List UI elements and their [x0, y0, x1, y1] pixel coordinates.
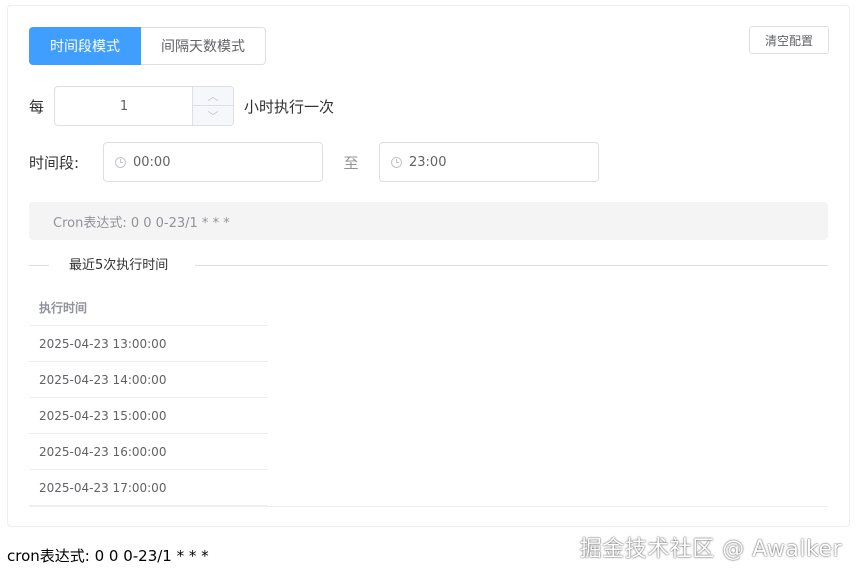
mode-switch: 时间段模式 间隔天数模式	[29, 27, 266, 65]
table-row: 2025-04-23 16:00:00	[29, 434, 268, 470]
every-row: 每 1 ︿ ﹀ 小时执行一次	[29, 86, 334, 126]
stepper-controls: ︿ ﹀	[192, 87, 234, 125]
divider-right	[195, 265, 828, 266]
hour-interval-input[interactable]: 1	[55, 87, 193, 125]
table-row: 2025-04-23 14:00:00	[29, 362, 268, 398]
start-time-value: 00:00	[133, 154, 171, 170]
recent-runs-table: 执行时间 2025-04-23 13:00:00 2025-04-23 14:0…	[29, 290, 828, 506]
end-time-picker[interactable]: 23:00	[379, 142, 599, 182]
watermark: 掘金技术社区 @ Awalker	[579, 537, 842, 562]
cron-expression-box: Cron表达式: 0 0 0-23/1 * * *	[29, 202, 828, 240]
table-header-exec-time: 执行时间	[29, 290, 268, 326]
hour-interval-stepper[interactable]: 1 ︿ ﹀	[54, 86, 235, 126]
cron-expression-text: Cron表达式: 0 0 0-23/1 * * *	[53, 215, 230, 231]
time-range-mode-button[interactable]: 时间段模式	[29, 27, 141, 65]
time-range-label: 时间段:	[29, 153, 80, 172]
clock-icon	[391, 156, 402, 168]
table-row: 2025-04-23 17:00:00	[29, 470, 268, 506]
divider-left	[29, 265, 49, 266]
chevron-up-icon: ︿	[207, 90, 219, 103]
cron-config-panel: 时间段模式 间隔天数模式 清空配置 每 1 ︿ ﹀ 小时执行一次 时间段: 00…	[7, 5, 850, 527]
table-row: 2025-04-23 15:00:00	[29, 398, 268, 434]
table-row: 2025-04-23 13:00:00	[29, 326, 268, 362]
clock-icon	[115, 156, 126, 168]
increase-button[interactable]: ︿	[193, 87, 234, 106]
chevron-down-icon: ﹀	[207, 109, 219, 123]
interval-days-mode-button[interactable]: 间隔天数模式	[141, 27, 266, 65]
recent-runs-title: 最近5次执行时间	[69, 257, 169, 274]
every-suffix-label: 小时执行一次	[244, 97, 335, 116]
time-range-row: 时间段: 00:00 至 23:00	[29, 142, 599, 182]
clear-config-button[interactable]: 清空配置	[749, 26, 829, 54]
table-bottom-border	[29, 506, 828, 507]
every-prefix-label: 每	[29, 97, 45, 116]
end-time-value: 23:00	[409, 154, 447, 170]
decrease-button[interactable]: ﹀	[193, 106, 233, 125]
start-time-picker[interactable]: 00:00	[103, 142, 323, 182]
range-separator: 至	[343, 153, 359, 172]
footer-cron-expression: cron表达式: 0 0 0-23/1 * * *	[7, 547, 209, 565]
